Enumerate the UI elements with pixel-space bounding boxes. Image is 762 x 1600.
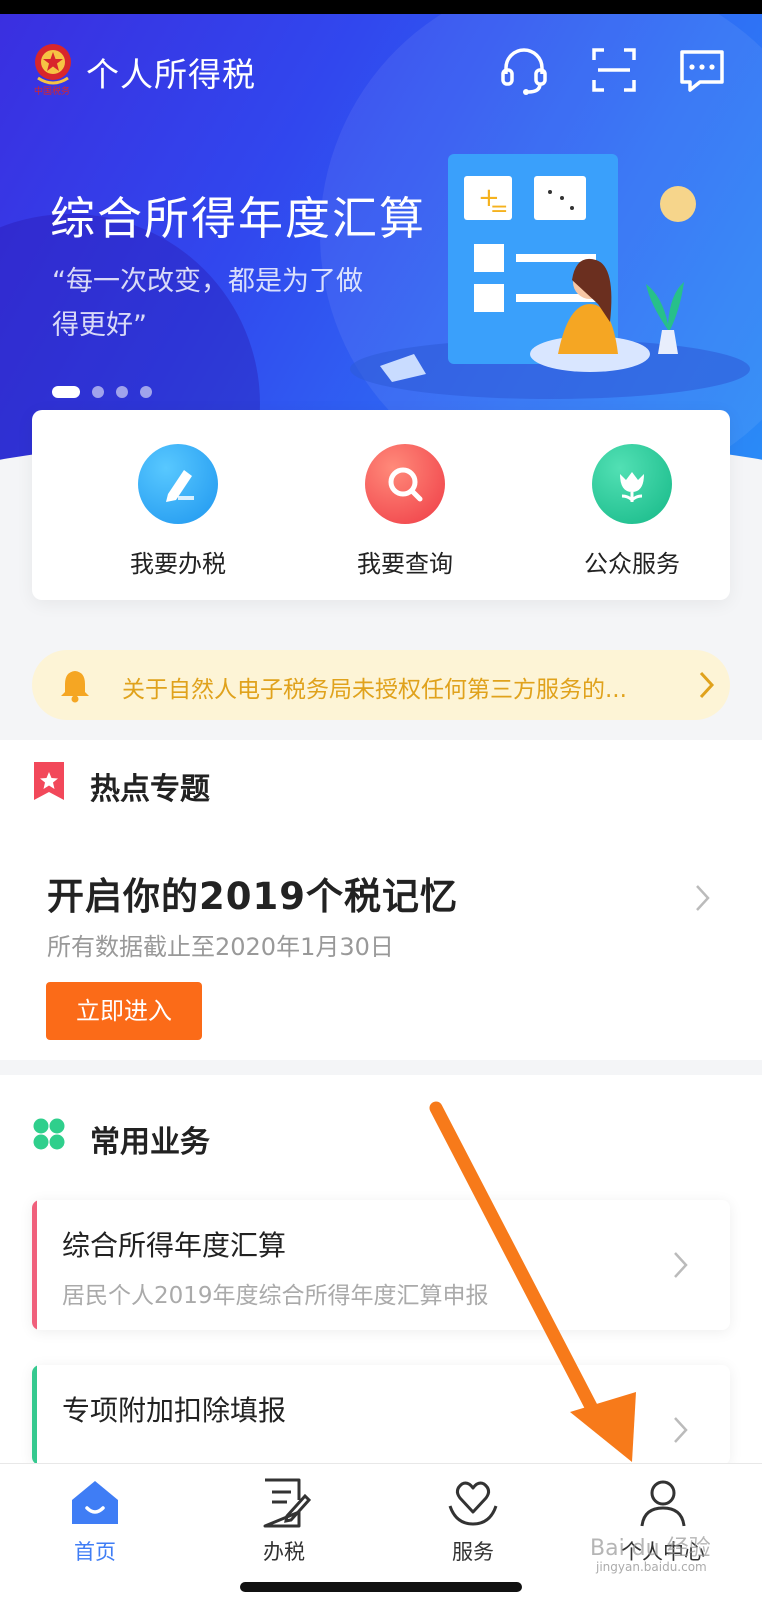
tulip-icon <box>620 472 644 503</box>
tax-emblem-logo: 中国税务 <box>34 44 71 96</box>
banner-quote: “每一次改变，都是为了做得更好” <box>52 266 363 341</box>
section-title: 常用业务 <box>90 1125 210 1160</box>
quick-action-circle <box>365 444 445 524</box>
bell-icon <box>61 671 89 703</box>
headset-icon[interactable] <box>496 42 552 98</box>
document-edit-icon <box>263 1478 311 1528</box>
search-icon <box>388 467 423 502</box>
quick-action-label: 公众服务 <box>584 550 680 578</box>
svg-text:中国税务: 中国税务 <box>34 85 70 96</box>
top-bar: 中国税务 个人所得税 <box>0 30 762 106</box>
enter-now-button[interactable]: 立即进入 <box>46 982 202 1040</box>
home-icon <box>72 1481 118 1524</box>
business-item-annual-settlement[interactable]: 综合所得年度汇算 居民个人2019年度综合所得年度汇算申报 <box>32 1200 730 1330</box>
business-item-subtitle: 居民个人2019年度综合所得年度汇算申报 <box>62 1283 489 1309</box>
clover-icon <box>33 1118 65 1150</box>
tab-label: 首页 <box>74 1540 116 1564</box>
quick-actions-card: 我要办税 我要查询 公众服务 <box>32 410 730 600</box>
chevron-right-icon <box>699 671 715 699</box>
svg-text:=: = <box>490 197 508 222</box>
tab-label: 办税 <box>263 1540 305 1564</box>
pagination-dot[interactable] <box>116 386 128 398</box>
notice-bar[interactable]: 关于自然人电子税务局未授权任何第三方服务的... <box>32 650 730 720</box>
hot-topic-subtitle: 所有数据截止至2020年1月30日 <box>47 933 394 961</box>
heart-hands-icon <box>448 1481 498 1526</box>
home-indicator <box>240 1582 522 1592</box>
quick-action-tax-filing[interactable]: 我要办税 <box>88 444 268 584</box>
quick-action-circle <box>592 444 672 524</box>
message-icon[interactable] <box>674 42 730 98</box>
business-item-accent <box>32 1200 37 1330</box>
quick-action-public-service[interactable]: 公众服务 <box>542 444 722 584</box>
chevron-right-icon <box>674 1252 688 1278</box>
pagination-dot-active[interactable] <box>52 386 80 398</box>
business-item-title: 专项附加扣除填报 <box>62 1394 287 1427</box>
tab-home[interactable]: 首页 <box>35 1476 155 1566</box>
app-title: 个人所得税 <box>86 55 256 94</box>
common-business-section: 常用业务 综合所得年度汇算 居民个人2019年度综合所得年度汇算申报 专项附加扣… <box>0 1075 762 1465</box>
hot-topic-title[interactable]: 开启你的2019个税记忆 <box>47 866 458 920</box>
chevron-right-icon[interactable] <box>692 880 714 916</box>
bookmark-star-icon <box>34 762 64 800</box>
person-icon <box>640 1480 686 1527</box>
tab-tax[interactable]: 办税 <box>224 1476 344 1566</box>
quick-action-label: 我要办税 <box>130 550 226 578</box>
chevron-right-icon <box>674 1417 688 1443</box>
watermark-url: jingyan.baidu.com <box>596 1560 707 1574</box>
section-title: 热点专题 <box>90 772 210 807</box>
quick-action-label: 我要查询 <box>357 550 453 578</box>
tab-label: 服务 <box>452 1540 494 1564</box>
pagination-dot[interactable] <box>140 386 152 398</box>
business-item-title: 综合所得年度汇算 <box>62 1229 287 1262</box>
banner-illustration: + = <box>350 154 750 399</box>
pencil-icon <box>166 470 194 502</box>
quick-action-circle <box>138 444 218 524</box>
watermark: Bai du 经验 <box>590 1536 711 1561</box>
quick-action-query[interactable]: 我要查询 <box>315 444 495 584</box>
pagination-dot[interactable] <box>92 386 104 398</box>
notice-text: 关于自然人电子税务局未授权任何第三方服务的... <box>122 677 627 703</box>
tab-service[interactable]: 服务 <box>413 1476 533 1566</box>
scan-icon[interactable] <box>586 42 642 98</box>
status-bar <box>0 0 762 14</box>
hot-topics-section: 热点专题 开启你的2019个税记忆 所有数据截止至2020年1月30日 立即进入 <box>0 740 762 1060</box>
business-item-special-deduction[interactable]: 专项附加扣除填报 <box>32 1365 730 1465</box>
business-item-accent <box>32 1365 37 1465</box>
